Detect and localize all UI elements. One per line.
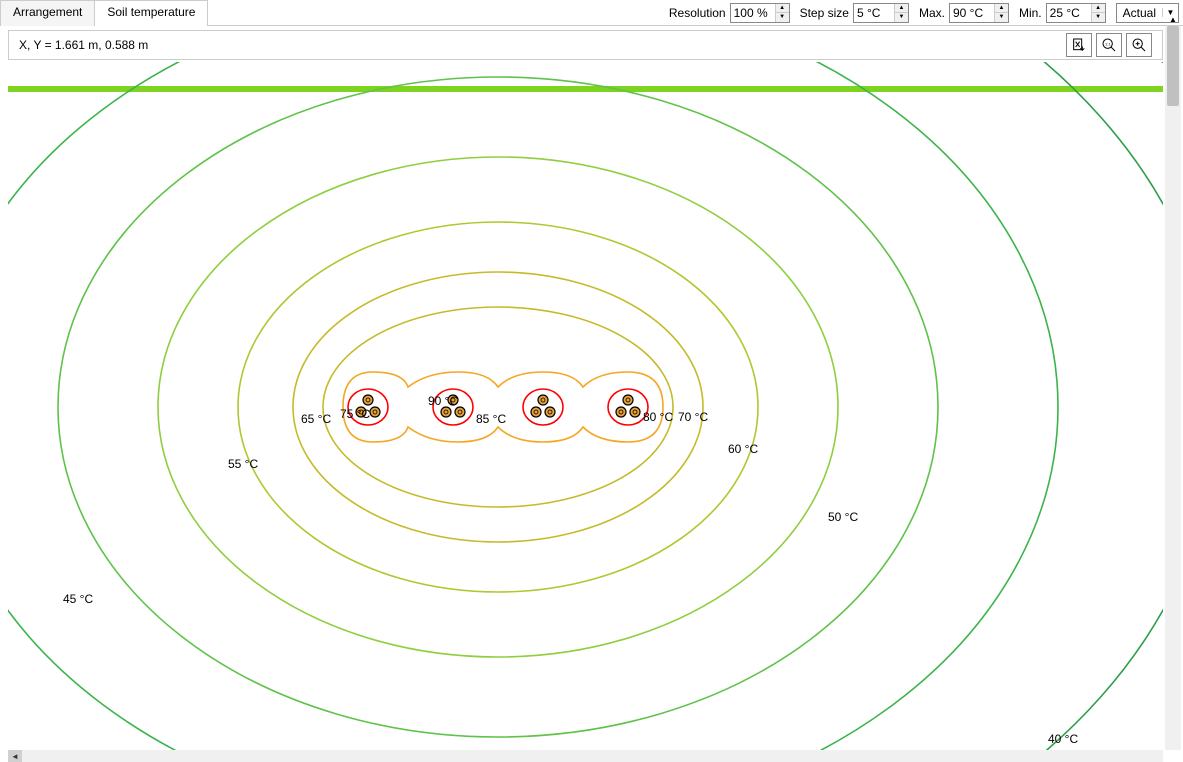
contour-canvas[interactable]: 40 °C 45 °C 50 °C 55 °C 60 °C 65 °C 70 °C 75 °C…	[8, 62, 1163, 750]
max-down[interactable]: ▼	[995, 13, 1008, 22]
resolution-input[interactable]	[731, 4, 775, 22]
step-size-label: Step size	[800, 6, 849, 20]
isotherm-plot	[8, 62, 1163, 750]
max-spinbox[interactable]: ▲ ▼	[949, 3, 1009, 23]
max-up[interactable]: ▲	[995, 4, 1008, 14]
isotherm-label-75: 75 °C	[340, 407, 370, 421]
isotherm-label-80: 80 °C	[643, 410, 673, 424]
max-label: Max.	[919, 6, 945, 20]
export-icon	[1071, 37, 1087, 53]
min-label: Min.	[1019, 6, 1042, 20]
export-excel-button[interactable]	[1066, 33, 1092, 57]
zoom-in-icon	[1131, 37, 1147, 53]
max-input[interactable]	[950, 4, 994, 22]
step-up[interactable]: ▲	[895, 4, 908, 14]
info-bar: X, Y = 1.661 m, 0.588 m 1:1	[8, 30, 1163, 60]
isotherm-label-45: 45 °C	[63, 592, 93, 606]
tab-strip: Arrangement Soil temperature	[0, 0, 207, 26]
resolution-down[interactable]: ▼	[776, 13, 789, 22]
min-up[interactable]: ▲	[1092, 4, 1105, 14]
view-mode-value: Actual	[1117, 6, 1162, 20]
resolution-label: Resolution	[669, 6, 726, 20]
isotherm-label-85: 85 °C	[476, 412, 506, 426]
isotherm-label-50: 50 °C	[828, 510, 858, 524]
isotherm-label-90: 90 °C	[428, 394, 458, 408]
coordinate-readout: X, Y = 1.661 m, 0.588 m	[19, 38, 1062, 52]
svg-text:1:1: 1:1	[1105, 42, 1111, 47]
step-down[interactable]: ▼	[895, 13, 908, 22]
resolution-up[interactable]: ▲	[776, 4, 789, 14]
min-spinbox[interactable]: ▲ ▼	[1046, 3, 1106, 23]
zoom-1to1-icon: 1:1	[1101, 37, 1117, 53]
zoom-reset-button[interactable]: 1:1	[1096, 33, 1122, 57]
step-size-input[interactable]	[854, 4, 894, 22]
top-toolbar: Arrangement Soil temperature Resolution …	[0, 0, 1183, 26]
step-size-spinbox[interactable]: ▲ ▼	[853, 3, 909, 23]
isotherm-label-65: 65 °C	[301, 412, 331, 426]
min-input[interactable]	[1047, 4, 1091, 22]
scroll-left-arrow[interactable]: ◄	[8, 750, 22, 762]
horizontal-scrollbar[interactable]: ◄	[8, 750, 1163, 762]
tab-soil-temperature[interactable]: Soil temperature	[94, 0, 208, 26]
vertical-scrollbar[interactable]: ▲	[1165, 26, 1181, 750]
scroll-up-arrow[interactable]: ▲	[1165, 12, 1181, 26]
vertical-scrollbar-thumb[interactable]	[1167, 26, 1179, 106]
isotherm-label-60: 60 °C	[728, 442, 758, 456]
zoom-in-button[interactable]	[1126, 33, 1152, 57]
isotherm-label-70: 70 °C	[678, 410, 708, 424]
isotherm-label-40: 40 °C	[1048, 732, 1078, 746]
isotherm-label-55: 55 °C	[228, 457, 258, 471]
resolution-spinbox[interactable]: ▲ ▼	[730, 3, 790, 23]
tab-arrangement[interactable]: Arrangement	[0, 0, 95, 26]
min-down[interactable]: ▼	[1092, 13, 1105, 22]
